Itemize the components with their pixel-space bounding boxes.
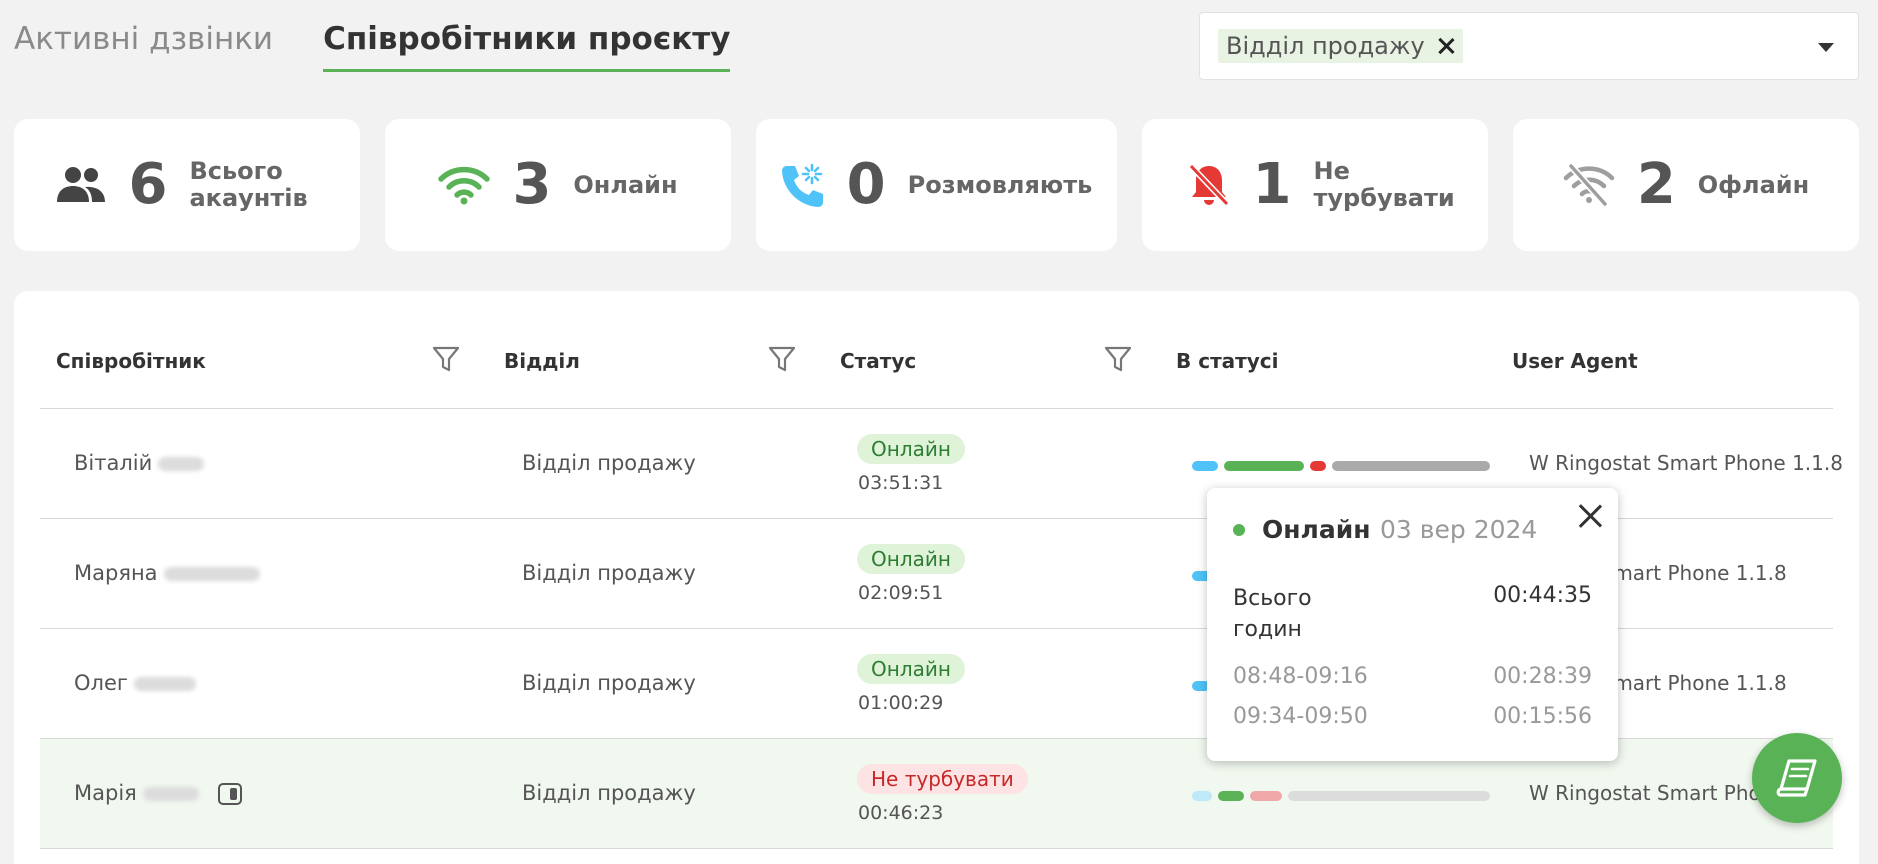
stat-card-offline: 2 Офлайн — [1513, 119, 1859, 251]
book-icon — [1776, 759, 1817, 797]
stat-card-online: 3 Онлайн — [385, 119, 731, 251]
employee-name: Віталій — [74, 451, 205, 475]
wifi-off-icon — [1563, 164, 1615, 206]
employee-name: Марія — [74, 781, 199, 805]
filter-icon[interactable] — [1104, 345, 1132, 373]
stat-card-total: 6 Всього акаунтів — [14, 119, 360, 251]
employee-department: Відділ продажу — [522, 451, 696, 475]
column-header-employee: Співробітник — [56, 349, 206, 373]
phone-in-talk-icon — [781, 163, 823, 207]
employee-department: Відділ продажу — [522, 671, 696, 695]
column-header-user-agent: User Agent — [1512, 349, 1638, 373]
stat-offline-label: Офлайн — [1697, 170, 1810, 199]
stat-offline-value: 2 — [1636, 152, 1676, 217]
user-agent: W Ringostat Smart Phone — [1529, 781, 1786, 805]
filter-icon[interactable] — [768, 345, 796, 373]
column-header-in-status: В статусі — [1176, 349, 1279, 373]
employee-name: Маряна — [74, 561, 260, 585]
filter-icon[interactable] — [432, 345, 460, 373]
bell-off-icon — [1188, 163, 1229, 207]
column-header-status: Статус — [840, 349, 917, 373]
filter-chip: Відділ продажу — [1218, 29, 1463, 63]
status-time: 02:09:51 — [858, 582, 944, 604]
popup-status-title: Онлайн — [1262, 515, 1371, 544]
stat-total-value: 6 — [128, 152, 168, 217]
wifi-icon — [438, 166, 491, 205]
chip-remove-icon[interactable] — [1437, 37, 1455, 55]
popup-interval-duration: 00:15:56 — [1493, 704, 1592, 729]
users-icon — [56, 167, 105, 202]
stat-card-talking: 0 Розмовляють — [756, 119, 1117, 251]
stat-total-label: Всього акаунтів — [189, 157, 308, 212]
department-filter-select[interactable]: Відділ продажу — [1199, 12, 1859, 80]
stat-card-dnd: 1 Не турбувати — [1142, 119, 1488, 251]
popup-total-label: Всього годин — [1233, 586, 1312, 642]
tabs: Активні дзвінки Співробітники проєкту — [14, 14, 731, 72]
tab-active-calls[interactable]: Активні дзвінки — [14, 14, 273, 72]
status-time: 00:46:23 — [858, 802, 944, 824]
stat-talking-value: 0 — [846, 152, 886, 217]
popup-interval-duration: 00:28:39 — [1493, 664, 1592, 689]
status-badge: Онлайн — [857, 544, 965, 574]
popup-interval-range: 09:34-09:50 — [1233, 704, 1368, 729]
employee-department: Відділ продажу — [522, 561, 696, 585]
stat-dnd-value: 1 — [1252, 152, 1292, 217]
stat-talking-label: Розмовляють — [907, 170, 1093, 199]
stat-online-value: 3 — [512, 152, 552, 217]
popup-interval-range: 08:48-09:16 — [1233, 664, 1368, 689]
stat-online-label: Онлайн — [573, 170, 678, 199]
status-badge: Не турбувати — [857, 764, 1028, 794]
status-badge: Онлайн — [857, 654, 965, 684]
filter-chip-label: Відділ продажу — [1226, 32, 1425, 60]
popup-total-value: 00:44:35 — [1493, 583, 1592, 608]
tab-project-employees[interactable]: Співробітники проєкту — [323, 14, 731, 72]
status-time: 03:51:31 — [858, 472, 944, 494]
status-time: 01:00:29 — [858, 692, 944, 714]
status-popup: Онлайн 03 вер 2024 Всього годин 00:44:35… — [1207, 488, 1618, 761]
employee-department: Відділ продажу — [522, 781, 696, 805]
chevron-down-icon[interactable] — [1818, 43, 1834, 52]
knowledge-base-button[interactable] — [1752, 733, 1842, 823]
close-icon[interactable] — [1577, 502, 1603, 528]
employee-name: Олег — [74, 671, 196, 695]
device-icon — [218, 783, 242, 805]
column-header-department: Відділ — [504, 349, 580, 373]
stat-dnd-label: Не турбувати — [1313, 157, 1455, 212]
popup-date: 03 вер 2024 — [1380, 515, 1538, 544]
online-dot-icon — [1233, 524, 1245, 536]
user-agent: W Ringostat Smart Phone 1.1.8 — [1529, 451, 1843, 475]
status-badge: Онлайн — [857, 434, 965, 464]
